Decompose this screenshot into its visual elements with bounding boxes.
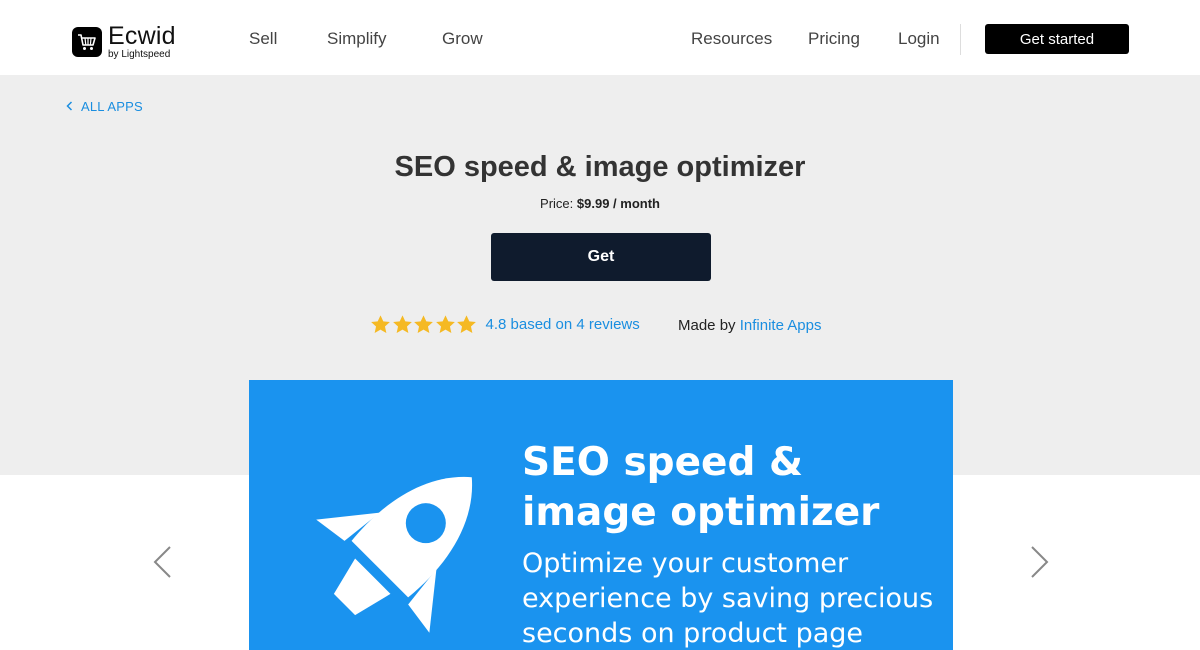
banner-subtitle: Optimize your customer experience by sav… bbox=[522, 548, 934, 649]
nav-grow[interactable]: Grow bbox=[442, 29, 483, 49]
all-apps-label: ALL APPS bbox=[81, 99, 143, 114]
app-banner-image: SEO speed & image optimizer Optimize you… bbox=[249, 380, 953, 650]
chevron-left-icon bbox=[153, 546, 171, 578]
all-apps-link[interactable]: ALL APPS bbox=[66, 99, 143, 114]
price-value: $9.99 / month bbox=[576, 196, 660, 211]
ecwid-logo[interactable]: Ecwid by Lightspeed bbox=[72, 24, 176, 60]
price: Price: $9.99 / month bbox=[0, 196, 1200, 211]
chevron-right-icon bbox=[1031, 546, 1049, 578]
nav-resources[interactable]: Resources bbox=[691, 29, 772, 49]
star-icon bbox=[414, 315, 433, 333]
header-divider bbox=[960, 24, 961, 55]
prev-slide-button[interactable] bbox=[152, 545, 172, 584]
made-by: Made by Infinite Apps bbox=[678, 317, 821, 334]
nav-simplify[interactable]: Simplify bbox=[327, 29, 387, 49]
chevron-left-icon bbox=[66, 99, 73, 114]
made-by-prefix: Made by bbox=[678, 317, 736, 334]
site-header: Ecwid by Lightspeed Sell Simplify Grow R… bbox=[0, 0, 1200, 75]
vendor-link[interactable]: Infinite Apps bbox=[740, 317, 822, 334]
star-rating bbox=[370, 314, 478, 335]
star-icon bbox=[457, 315, 476, 333]
page-title: SEO speed & image optimizer bbox=[394, 151, 806, 183]
banner-title: SEO speed & image optimizer bbox=[522, 440, 880, 535]
next-slide-button[interactable] bbox=[1030, 545, 1050, 584]
logo-subtitle: by Lightspeed bbox=[108, 49, 171, 60]
logo-name: Ecwid bbox=[108, 22, 176, 50]
nav-sell[interactable]: Sell bbox=[249, 29, 277, 49]
nav-pricing[interactable]: Pricing bbox=[808, 29, 860, 49]
nav-login[interactable]: Login bbox=[898, 29, 940, 49]
price-prefix: Price: bbox=[540, 196, 574, 211]
rocket-icon bbox=[316, 476, 473, 633]
get-started-button[interactable]: Get started bbox=[985, 24, 1129, 54]
get-button[interactable]: Get bbox=[491, 233, 711, 281]
cart-icon bbox=[72, 27, 102, 57]
star-icon bbox=[371, 315, 390, 333]
star-icon bbox=[435, 315, 455, 333]
reviews-link[interactable]: 4.8 based on 4 reviews bbox=[486, 316, 640, 333]
star-icon bbox=[392, 315, 412, 333]
rating: 4.8 based on 4 reviews bbox=[370, 314, 640, 335]
